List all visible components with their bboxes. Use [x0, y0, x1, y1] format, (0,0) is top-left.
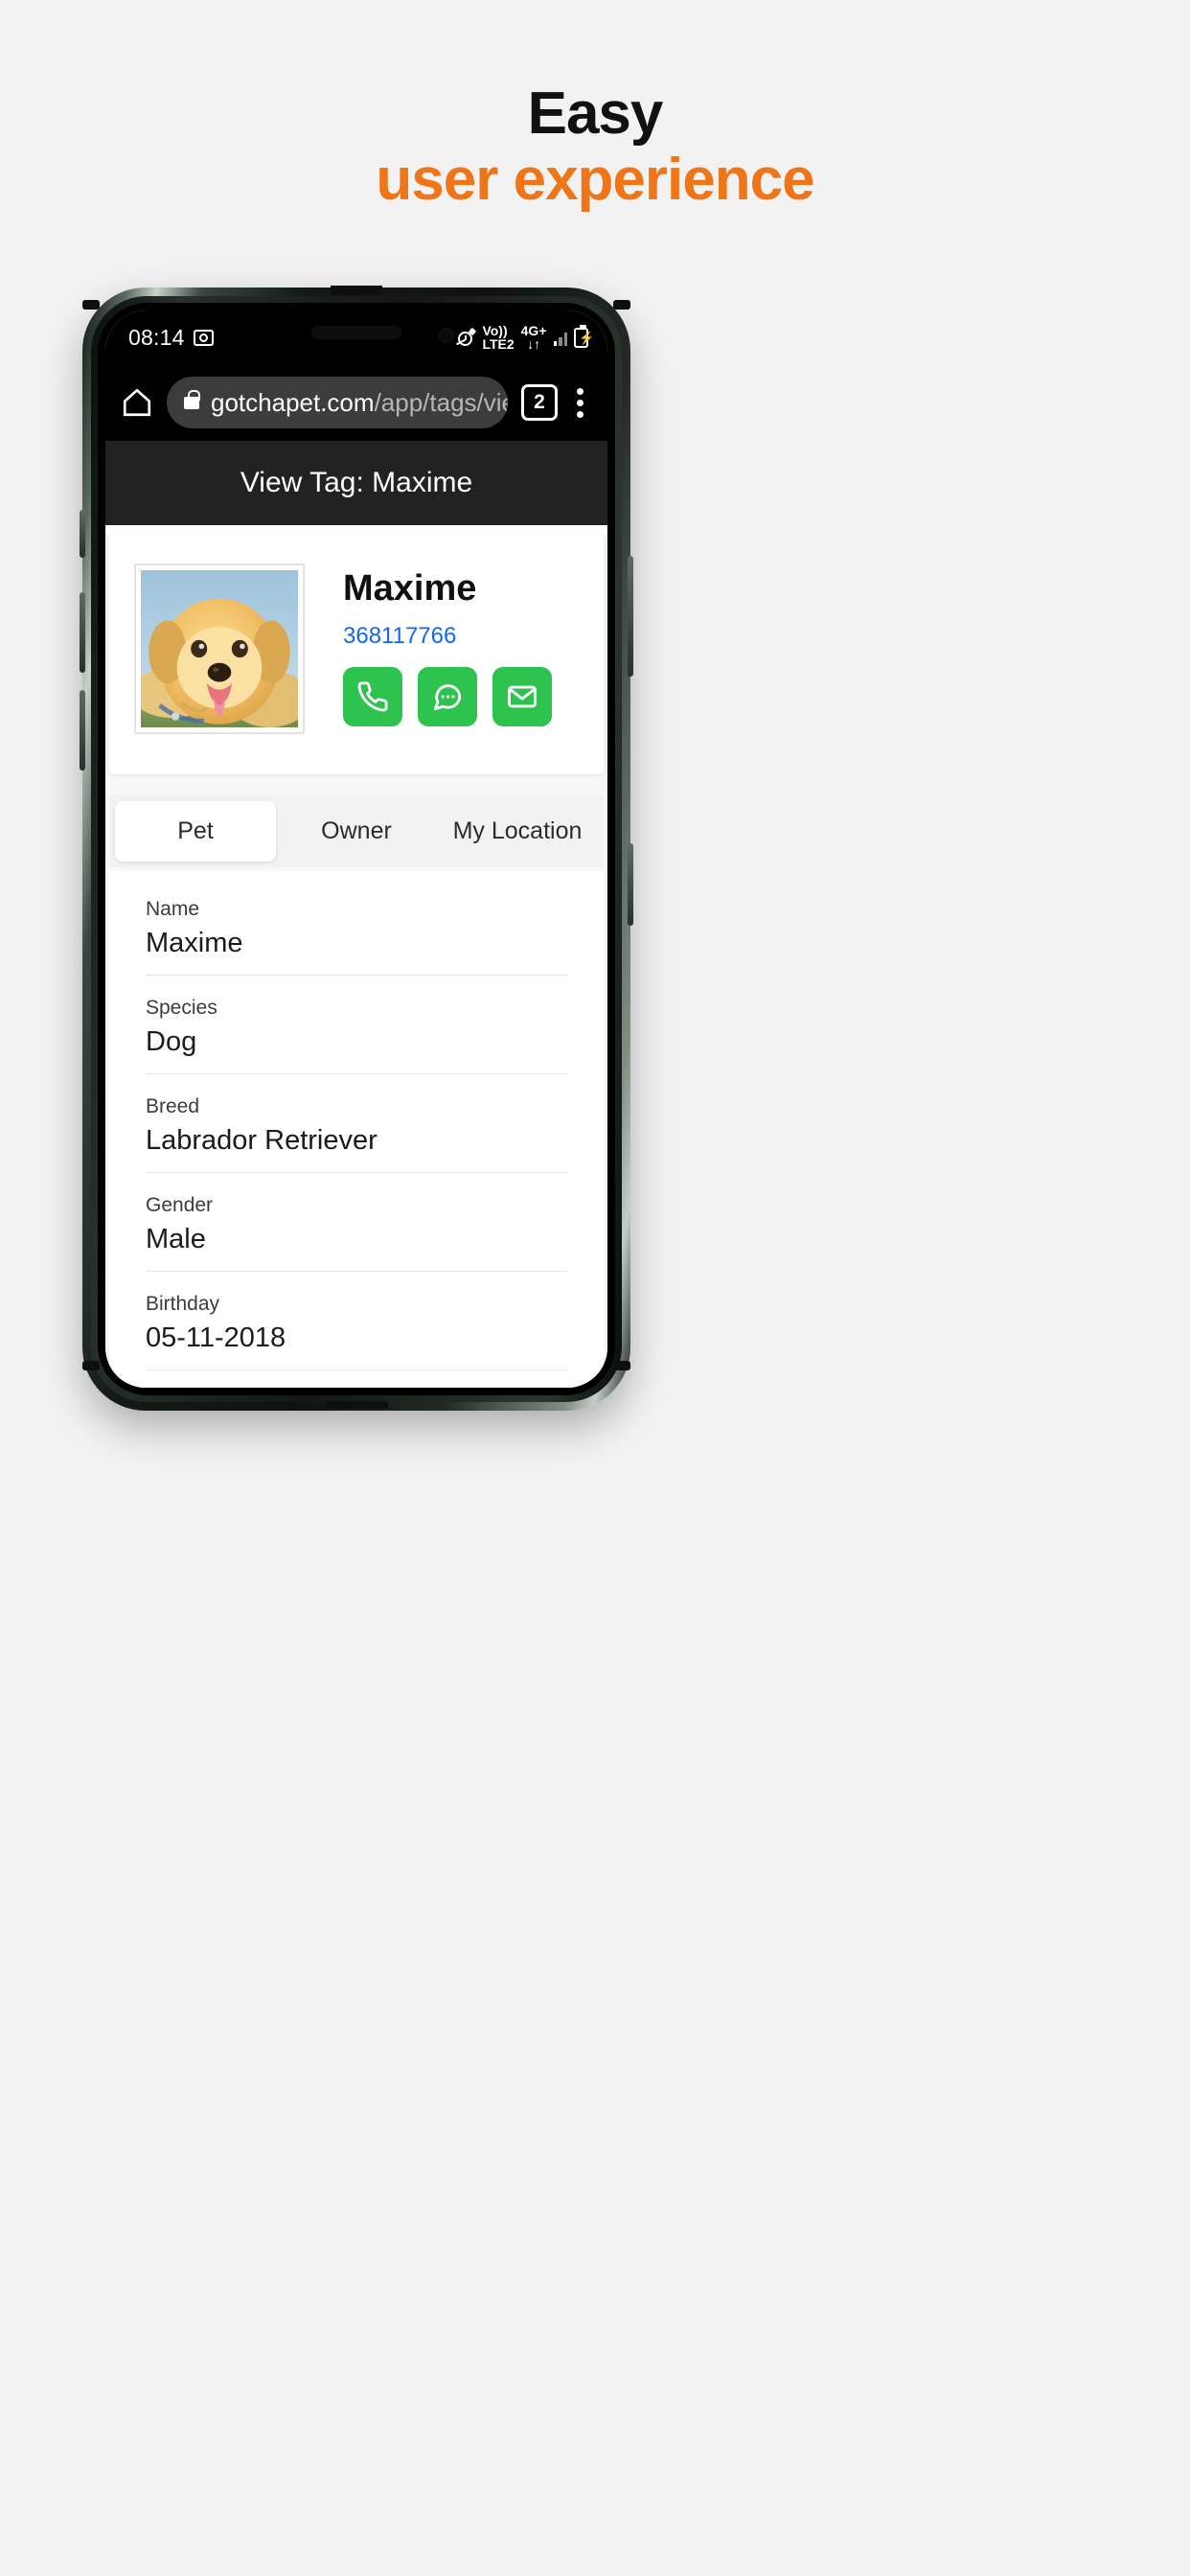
network-label-top: 4G+: [520, 323, 547, 338]
screenshot-icon: [193, 329, 214, 346]
phone-button-mute[interactable]: [80, 510, 85, 558]
status-bar-right: Vo)) LTE2 4G+ ↓↑ ⚡: [456, 324, 594, 351]
status-bar: 08:14 Vo)) LTE2 4G+ ↓↑ ⚡: [105, 310, 607, 364]
field-name: Name Maxime: [146, 877, 567, 976]
field-value: 05-11-2018: [146, 1322, 286, 1353]
front-camera: [439, 328, 454, 343]
kebab-menu-icon[interactable]: [571, 387, 590, 418]
frame-antenna-line-top: [331, 286, 382, 295]
phone-button-power[interactable]: [628, 556, 633, 677]
phone-mockup: 08:14 Vo)) LTE2 4G+ ↓↑ ⚡ gotchapet.com/a…: [80, 286, 633, 1411]
url-bar[interactable]: gotchapet.com/app/tags/vie: [167, 377, 508, 428]
phone-screen: 08:14 Vo)) LTE2 4G+ ↓↑ ⚡ gotchapet.com/a…: [105, 310, 607, 1388]
tab-owner[interactable]: Owner: [276, 801, 437, 862]
volte-indicator: Vo)) LTE2: [482, 324, 514, 351]
url-path: /app/tags/vie: [374, 387, 508, 417]
app-content: Maxime 368117766 Pet Owner My Location N…: [105, 535, 607, 1388]
frame-antenna-line-top-left: [82, 300, 100, 310]
pet-name: Maxime: [343, 568, 477, 609]
contact-actions: [343, 666, 552, 726]
frame-antenna-line-top-right: [613, 300, 630, 310]
field-label: Birthday: [146, 1293, 220, 1315]
page-title: View Tag: Maxime: [105, 441, 607, 525]
pet-photo[interactable]: [134, 564, 305, 734]
frame-antenna-line-bottom-left: [82, 1361, 100, 1370]
frame-antenna-line-bottom-right: [613, 1361, 630, 1370]
pet-profile-info: Maxime 368117766: [305, 564, 552, 726]
browser-toolbar: gotchapet.com/app/tags/vie 2: [105, 364, 607, 441]
volte-label-bottom: LTE2: [482, 336, 515, 352]
speaker-grille: [311, 326, 401, 339]
phone-button-volume-up[interactable]: [80, 592, 85, 673]
pet-detail-list: Name Maxime Species Dog Breed Labrador R…: [109, 871, 604, 1388]
field-label: Species: [146, 997, 217, 1019]
frame-antenna-line-bottom: [325, 1401, 388, 1409]
field-value: Labrador Retriever: [146, 1125, 378, 1156]
field-birthday: Birthday 05-11-2018: [146, 1272, 567, 1370]
status-bar-left: 08:14: [128, 325, 214, 351]
alarm-icon: [456, 327, 477, 347]
status-clock: 08:14: [128, 324, 185, 350]
home-icon[interactable]: [121, 386, 153, 419]
url-text: gotchapet.com/app/tags/vie: [211, 388, 508, 418]
url-domain: gotchapet.com: [211, 387, 375, 417]
phone-button-volume-down[interactable]: [80, 690, 85, 770]
field-commands: List of commands my pet responds to None: [146, 1370, 567, 1388]
phone-button-assistant[interactable]: [628, 843, 633, 926]
network-indicator: 4G+ ↓↑: [521, 324, 547, 351]
field-species: Species Dog: [146, 976, 567, 1074]
promo-headline: Easy user experience: [0, 80, 1190, 214]
field-label: Name: [146, 898, 200, 920]
detail-tabs: Pet Owner My Location: [109, 795, 604, 867]
message-button[interactable]: [418, 666, 477, 726]
field-value: Maxime: [146, 928, 243, 958]
tab-my-location[interactable]: My Location: [437, 801, 598, 862]
call-button[interactable]: [343, 666, 402, 726]
battery-charging-icon: ⚡: [574, 324, 594, 348]
tab-counter[interactable]: 2: [521, 384, 558, 421]
signal-bars-icon: [553, 329, 567, 346]
field-gender: Gender Male: [146, 1173, 567, 1272]
field-value: Dog: [146, 1026, 197, 1057]
field-label: Gender: [146, 1194, 214, 1216]
field-breed: Breed Labrador Retriever: [146, 1074, 567, 1173]
pet-profile-card: Maxime 368117766: [109, 535, 604, 774]
volte-label-top: Vo)): [482, 323, 508, 338]
email-button[interactable]: [492, 666, 552, 726]
pet-tag-id[interactable]: 368117766: [343, 623, 552, 650]
network-label-bottom: ↓↑: [527, 336, 541, 352]
field-label: Breed: [146, 1095, 200, 1117]
headline-line-2: user experience: [376, 147, 814, 214]
headline-line-1: Easy: [527, 80, 664, 147]
lock-icon: [184, 389, 200, 409]
tab-pet[interactable]: Pet: [115, 801, 276, 862]
field-value: Male: [146, 1224, 206, 1254]
